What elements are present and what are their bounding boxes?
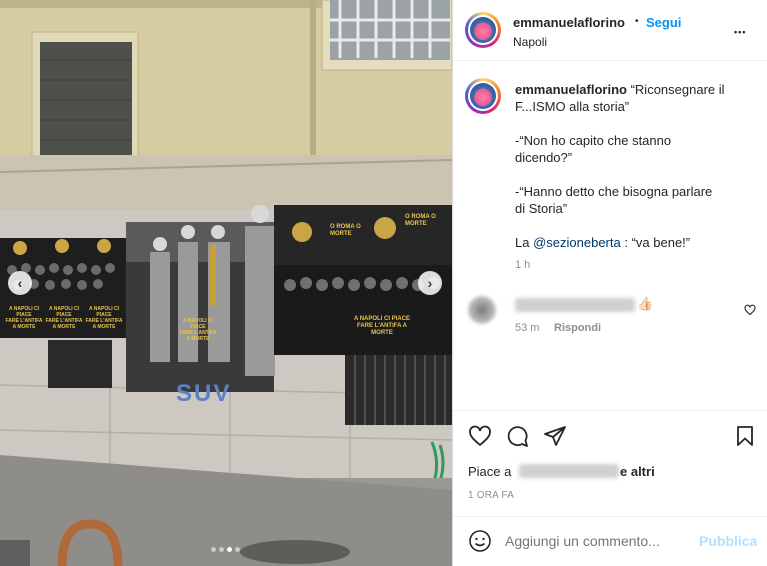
poster-text: A NAPOLI CI PIACE FARE L'ANTIFA A MORTE	[353, 316, 411, 336]
author-avatar[interactable]	[465, 12, 501, 48]
post-location[interactable]: Napoli	[513, 34, 547, 51]
poster-text: A NAPOLI CI PIACE FARE L'ANTIFA A MORTE	[5, 306, 43, 330]
more-options-icon[interactable]: •••	[734, 24, 746, 41]
caption-text: -“Hanno detto che bisogna parlare	[515, 184, 713, 199]
poster-banner: O ROMA O MORTE	[330, 224, 361, 237]
emoji-icon[interactable]	[468, 529, 492, 553]
commenter-username[interactable]	[515, 298, 635, 312]
caption: emmanuelaflorino “Riconsegnare il F...IS…	[515, 81, 760, 251]
caption-avatar[interactable]	[465, 78, 501, 114]
save-icon[interactable]	[733, 424, 757, 448]
caption-text: La	[515, 235, 530, 250]
poster-text: A NAPOLI CI PIACE FARE L'ANTIFA A MORTE	[85, 306, 123, 330]
comment-icon[interactable]	[505, 424, 529, 448]
add-comment-input[interactable]	[505, 531, 695, 551]
post-image[interactable]: A NAPOLI CI PIACE FARE L'ANTIFA A MORTE A…	[0, 0, 452, 566]
caption-text: “Riconsegnare il	[630, 82, 725, 97]
likes-others-link[interactable]: e altri	[620, 463, 655, 480]
carousel-dot	[235, 547, 240, 552]
share-icon[interactable]	[543, 424, 567, 448]
follow-button[interactable]: Segui	[646, 14, 681, 31]
header-divider	[453, 60, 767, 61]
carousel-dot	[211, 547, 216, 552]
caption-text: -“Non ho capito che stanno	[515, 133, 672, 148]
poster-banner: O ROMA O MORTE	[405, 214, 436, 227]
comment-time: 53 m	[515, 322, 540, 334]
caption-text: di Storia”	[515, 201, 568, 216]
comment-box-divider	[453, 516, 767, 517]
header-separator: •	[635, 16, 639, 27]
graffiti-text: SUV	[176, 380, 232, 407]
mention-link[interactable]: @sezioneberta	[533, 235, 621, 250]
carousel-prev-button[interactable]: ‹	[8, 271, 32, 295]
publish-button[interactable]: Pubblica	[699, 533, 757, 550]
street-photo	[0, 0, 452, 566]
liker-username[interactable]	[519, 464, 619, 478]
poster-text: A NAPOLI CI PIACE FARE L'ANTIFA A MORTE	[45, 306, 83, 330]
carousel-next-button[interactable]: ›	[418, 271, 442, 295]
carousel-dot	[219, 547, 224, 552]
reply-button[interactable]: Rispondi	[554, 320, 601, 337]
like-icon[interactable]	[468, 424, 492, 448]
post-side-panel: emmanuelaflorino • Segui Napoli ••• emma…	[452, 0, 767, 566]
caption-time: 1 h	[515, 259, 531, 271]
caption-username[interactable]: emmanuelaflorino	[515, 82, 627, 97]
commenter-avatar[interactable]	[468, 296, 496, 324]
post-timestamp: 1 ORA FA	[468, 490, 515, 501]
actions-divider	[453, 410, 767, 411]
poster-text: A NAPOLI CI PIACE FARE L'ANTIFA A MORTE	[179, 318, 217, 342]
comment-like-icon[interactable]	[744, 304, 756, 316]
comment-emoji: 👍🏻	[637, 296, 654, 311]
likes-prefix: Piace a	[468, 464, 512, 479]
caption-text: dicendo?”	[515, 150, 573, 165]
author-username[interactable]: emmanuelaflorino	[513, 14, 625, 31]
caption-text: : “va bene!”	[624, 235, 691, 250]
carousel-dot-active	[227, 547, 232, 552]
caption-text: F...ISMO alla storia”	[515, 99, 630, 114]
